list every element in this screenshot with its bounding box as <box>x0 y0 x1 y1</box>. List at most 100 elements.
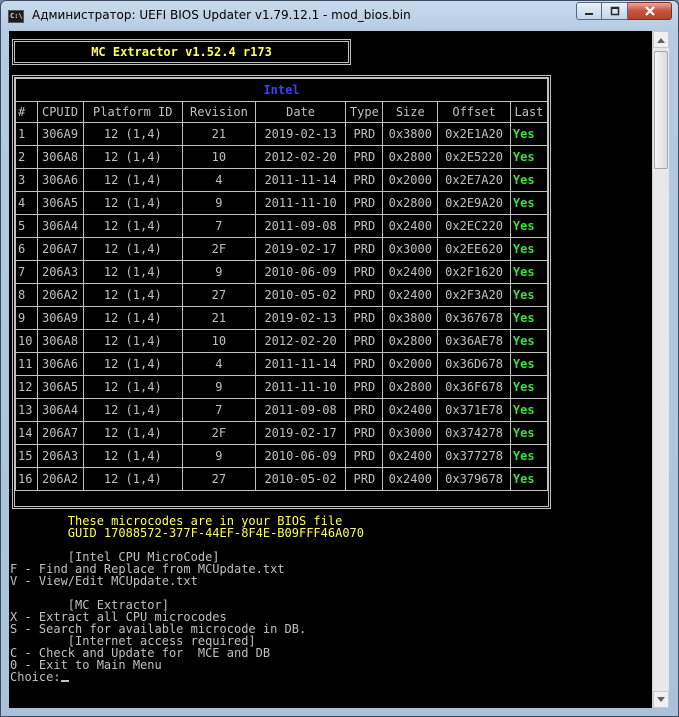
column-header-date: Date <box>254 101 347 123</box>
cell-date: 2010-06-09 <box>254 444 347 468</box>
scrollbar-thumb[interactable] <box>654 51 668 169</box>
maximize-button[interactable] <box>602 2 628 20</box>
cell-size: 0x3800 <box>382 306 439 330</box>
cell-offset: 0x2F1620 <box>437 260 511 284</box>
table-row: 13 306A4 12 (1,4) 7 2011-09-08 PRD 0x2400 0x371… <box>15 398 549 422</box>
cell-platform-id: 12 (1,4) <box>82 398 184 422</box>
scroll-down-button[interactable] <box>653 691 669 708</box>
cell-size: 0x3000 <box>382 237 439 261</box>
cell-type: PRD <box>345 398 384 422</box>
cell-size: 0x2800 <box>382 329 439 353</box>
cell-revision: 2F <box>182 237 256 261</box>
cell-last: Yes <box>509 352 549 376</box>
arrow-down-icon <box>657 696 665 702</box>
cell-type: PRD <box>345 306 384 330</box>
maximize-icon <box>610 6 619 16</box>
cell-num: 7 <box>15 260 38 284</box>
cell-cpuid: 306A9 <box>36 306 84 330</box>
cell-revision: 9 <box>182 260 256 284</box>
minimize-icon <box>585 13 593 15</box>
cell-last: Yes <box>509 329 549 353</box>
cell-size: 0x2400 <box>382 283 439 307</box>
cell-last: Yes <box>509 191 549 215</box>
cell-num: 4 <box>15 191 38 215</box>
table-row: 15 206A3 12 (1,4) 9 2010-06-09 PRD 0x2400 0x377… <box>15 444 549 468</box>
cell-last: Yes <box>509 375 549 399</box>
close-button[interactable] <box>628 2 672 20</box>
column-header-num: # <box>15 101 38 123</box>
cell-type: PRD <box>345 145 384 169</box>
cell-cpuid: 306A4 <box>36 398 84 422</box>
cell-last: Yes <box>509 237 549 261</box>
table-row: 12 306A5 12 (1,4) 9 2011-11-10 PRD 0x2800 0x36F… <box>15 375 549 399</box>
cell-size: 0x2800 <box>382 375 439 399</box>
cell-revision: 10 <box>182 145 256 169</box>
cell-num: 13 <box>15 398 38 422</box>
cell-cpuid: 206A7 <box>36 237 84 261</box>
cell-cpuid: 206A3 <box>36 444 84 468</box>
cell-revision: 2F <box>182 421 256 445</box>
column-header-size: Size <box>382 101 439 123</box>
cell-platform-id: 12 (1,4) <box>82 122 184 146</box>
cell-offset: 0x377278 <box>437 444 511 468</box>
title-bar[interactable]: C:\ Администратор: UEFI BIOS Updater v1.… <box>1 1 678 31</box>
cell-revision: 21 <box>182 306 256 330</box>
cell-offset: 0x2E1A20 <box>437 122 511 146</box>
cell-revision: 7 <box>182 398 256 422</box>
cell-cpuid: 306A5 <box>36 375 84 399</box>
cell-cpuid: 206A2 <box>36 467 84 491</box>
window-title: Администратор: UEFI BIOS Updater v1.79.1… <box>32 8 411 22</box>
column-header-revision: Revision <box>182 101 256 123</box>
banner-title: MC Extractor v1.52.4 r173 <box>91 45 272 59</box>
option-view-edit: V - View/Edit MCUpdate.txt <box>10 574 198 588</box>
table-row: 5 306A4 12 (1,4) 7 2011-09-08 PRD 0x2400 0x2EC2… <box>15 214 549 238</box>
cell-platform-id: 12 (1,4) <box>82 168 184 192</box>
cell-last: Yes <box>509 306 549 330</box>
table-body: 1 306A9 12 (1,4) 21 2019-02-13 PRD 0x3800 0x2E1… <box>15 122 549 491</box>
cell-type: PRD <box>345 467 384 491</box>
cell-platform-id: 12 (1,4) <box>82 214 184 238</box>
cell-type: PRD <box>345 444 384 468</box>
cell-date: 2010-05-02 <box>254 283 347 307</box>
cell-type: PRD <box>345 283 384 307</box>
cell-platform-id: 12 (1,4) <box>82 145 184 169</box>
cell-type: PRD <box>345 191 384 215</box>
cell-type: PRD <box>345 168 384 192</box>
cell-platform-id: 12 (1,4) <box>82 283 184 307</box>
table-row: 4 306A5 12 (1,4) 9 2011-11-10 PRD 0x2800 0x2E9A… <box>15 191 549 215</box>
minimize-button[interactable] <box>576 2 602 20</box>
table-row: 14 206A7 12 (1,4) 2F 2019-02-17 PRD 0x3000 0x37… <box>15 421 549 445</box>
cell-cpuid: 306A9 <box>36 122 84 146</box>
cell-cpuid: 306A4 <box>36 214 84 238</box>
cell-offset: 0x379678 <box>437 467 511 491</box>
cell-size: 0x2400 <box>382 467 439 491</box>
cell-offset: 0x371E78 <box>437 398 511 422</box>
cell-revision: 4 <box>182 168 256 192</box>
cell-offset: 0x2E5220 <box>437 145 511 169</box>
console-output[interactable]: MC Extractor v1.52.4 r173 Intel # CPUID Pl… <box>9 31 652 708</box>
cell-last: Yes <box>509 398 549 422</box>
cell-size: 0x2400 <box>382 260 439 284</box>
cell-offset: 0x2EC220 <box>437 214 511 238</box>
console-app-icon[interactable]: C:\ <box>8 10 24 23</box>
cell-date: 2019-02-13 <box>254 122 347 146</box>
choice-prompt[interactable]: Choice: <box>10 671 69 683</box>
cell-platform-id: 12 (1,4) <box>82 306 184 330</box>
cell-last: Yes <box>509 444 549 468</box>
cell-last: Yes <box>509 421 549 445</box>
cell-num: 12 <box>15 375 38 399</box>
cell-last: Yes <box>509 467 549 491</box>
cell-last: Yes <box>509 168 549 192</box>
cell-cpuid: 306A6 <box>36 352 84 376</box>
table-row: 1 306A9 12 (1,4) 21 2019-02-13 PRD 0x3800 0x2E1… <box>15 122 549 146</box>
cell-size: 0x2400 <box>382 398 439 422</box>
cell-num: 16 <box>15 467 38 491</box>
cell-cpuid: 206A3 <box>36 260 84 284</box>
cell-offset: 0x2E7A20 <box>437 168 511 192</box>
cell-last: Yes <box>509 122 549 146</box>
cell-revision: 4 <box>182 352 256 376</box>
cell-size: 0x2800 <box>382 191 439 215</box>
cell-cpuid: 206A7 <box>36 421 84 445</box>
scroll-up-button[interactable] <box>653 31 669 48</box>
vertical-scrollbar[interactable] <box>652 31 669 708</box>
